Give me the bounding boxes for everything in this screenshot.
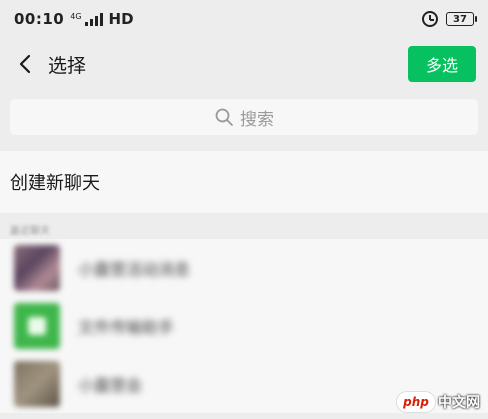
page-title: 选择	[48, 54, 87, 77]
search-input[interactable]: 搜索	[10, 99, 478, 135]
header: 选择 多选	[0, 38, 488, 90]
create-new-chat[interactable]: 创建新聊天	[0, 151, 488, 213]
list-item[interactable]: 文件传输助手	[0, 297, 488, 355]
create-new-chat-label: 创建新聊天	[10, 173, 100, 194]
watermark-badge: php	[396, 391, 436, 413]
list-item[interactable]: 小露营活动消息	[0, 239, 488, 297]
battery-level: 37	[453, 13, 467, 25]
list-item-name: 小露营活动消息	[78, 260, 191, 279]
recent-chat-list: 小露营活动消息 文件传输助手 小露营会	[0, 239, 488, 413]
status-right: 37	[422, 11, 477, 27]
recent-chats-header: 最近聊天	[0, 219, 488, 239]
avatar	[14, 361, 60, 407]
status-left: 00:10 4G HD	[14, 10, 134, 28]
avatar	[14, 245, 60, 291]
watermark: php 中文网	[396, 391, 480, 413]
network-type-label: 4G	[70, 12, 82, 21]
list-item-name: 小露营会	[78, 376, 143, 395]
status-time: 00:10	[14, 10, 65, 28]
search-area: 搜索	[0, 90, 488, 145]
multi-select-button[interactable]: 多选	[408, 46, 476, 82]
list-item-name: 文件传输助手	[78, 318, 175, 337]
signal-icon: 4G	[70, 12, 103, 26]
search-icon	[215, 108, 233, 126]
search-placeholder: 搜索	[240, 109, 274, 130]
battery-icon: 37	[446, 12, 477, 26]
chevron-left-icon	[19, 54, 31, 74]
watermark-text: 中文网	[438, 395, 480, 411]
back-button[interactable]	[12, 49, 38, 79]
recent-chats-label: 最近聊天	[10, 225, 50, 237]
status-bar: 00:10 4G HD 37	[0, 0, 488, 38]
avatar	[14, 303, 60, 349]
alarm-icon	[422, 11, 438, 27]
hd-label: HD	[108, 10, 134, 28]
